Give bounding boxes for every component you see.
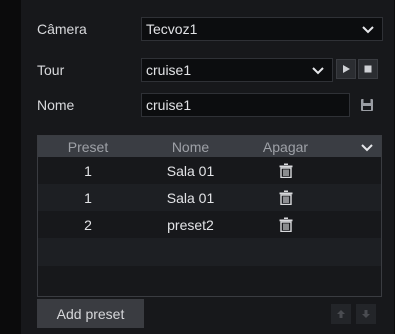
chevron-down-icon (312, 67, 324, 75)
camera-select-value: Tecvoz1 (146, 21, 198, 37)
move-down-button[interactable] (356, 304, 376, 324)
row-name: Sala 01 (166, 162, 215, 179)
delete-button[interactable] (243, 190, 328, 205)
preset-table: Preset Nome Apagar 1 Sala 01 1 Sala 01 2… (37, 135, 382, 297)
trash-icon (279, 217, 292, 232)
move-up-button[interactable] (331, 304, 351, 324)
save-icon (361, 99, 373, 111)
trash-icon (279, 163, 292, 178)
name-label: Nome (37, 97, 75, 113)
delete-button[interactable] (243, 163, 328, 178)
col-delete-header: Apagar (262, 138, 309, 155)
delete-button[interactable] (243, 217, 328, 232)
col-name-header: Nome (171, 138, 210, 155)
stop-button[interactable] (358, 59, 378, 79)
arrow-down-icon (362, 310, 370, 318)
tour-select-value: cruise1 (146, 62, 192, 78)
table-row[interactable]: 2 preset2 (38, 211, 381, 238)
play-button[interactable] (336, 59, 356, 79)
camera-select[interactable]: Tecvoz1 (141, 17, 383, 41)
add-preset-button[interactable]: Add preset (37, 299, 144, 328)
table-row-empty (38, 238, 381, 266)
name-input[interactable]: cruise1 (141, 93, 350, 117)
table-row[interactable]: 1 Sala 01 (38, 157, 381, 184)
tour-select[interactable]: cruise1 (141, 58, 333, 82)
row-preset: 1 (84, 162, 92, 179)
play-icon (343, 65, 350, 73)
row-preset: 1 (84, 189, 92, 206)
save-button[interactable] (357, 95, 377, 115)
table-row[interactable]: 1 Sala 01 (38, 184, 381, 211)
row-name: Sala 01 (166, 189, 215, 206)
name-input-value: cruise1 (146, 97, 192, 113)
chevron-down-icon[interactable] (359, 139, 375, 155)
chevron-down-icon (362, 26, 374, 34)
row-name: preset2 (167, 216, 214, 233)
row-preset: 2 (84, 216, 92, 233)
camera-label: Câmera (37, 21, 87, 37)
table-header: Preset Nome Apagar (38, 136, 381, 157)
tour-label: Tour (37, 62, 65, 78)
trash-icon (279, 190, 292, 205)
arrow-up-icon (337, 310, 345, 318)
stop-icon (364, 65, 372, 73)
col-preset-header: Preset (67, 138, 109, 155)
